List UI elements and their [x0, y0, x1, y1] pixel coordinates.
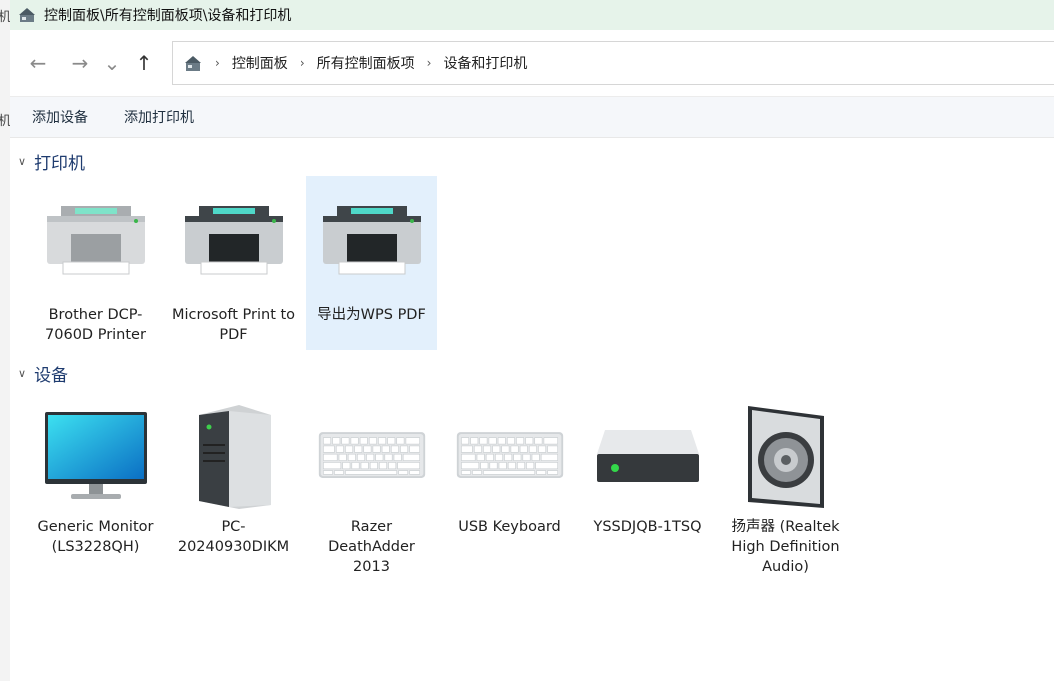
- device-label: Brother DCP-7060D Printer: [45, 307, 146, 343]
- recent-locations-button[interactable]: ⌄: [98, 45, 126, 81]
- printers-header-label: 打印机: [34, 153, 86, 174]
- keyboard-icon: [456, 432, 563, 478]
- printer-icon: [46, 206, 145, 275]
- breadcrumb-devices-printers[interactable]: 设备和打印机: [443, 53, 527, 73]
- keyboard-icon: [318, 432, 425, 478]
- device-tile[interactable]: Generic Monitor (LS3228QH): [30, 388, 161, 582]
- device-tile[interactable]: USB Keyboard: [444, 388, 575, 582]
- device-label: 导出为WPS PDF: [317, 307, 426, 323]
- printers-grid: Brother DCP-7060D Printer Microsoft Prin…: [10, 176, 1054, 350]
- control-panel-icon: [185, 56, 201, 71]
- device-label: PC-20240930DIKM: [177, 519, 290, 555]
- printer-tile[interactable]: Brother DCP-7060D Printer: [30, 176, 161, 350]
- command-bar: 添加设备 添加打印机: [10, 97, 1054, 138]
- back-button[interactable]: ←: [20, 45, 56, 81]
- chevron-down-icon[interactable]: ∨: [18, 155, 26, 168]
- title-bar: 控制面板\所有控制面板项\设备和打印机: [10, 0, 1054, 30]
- window-title: 控制面板\所有控制面板项\设备和打印机: [44, 8, 292, 24]
- device-label: Razer DeathAdder 2013: [328, 519, 415, 575]
- device-tile[interactable]: YSSDJQB-1TSQ: [582, 388, 713, 582]
- explorer-window: 控制面板\所有控制面板项\设备和打印机 ← → ⌄ ↑ › 控制面板 › 所有控…: [10, 0, 1054, 681]
- breadcrumb-separator[interactable]: ›: [300, 56, 305, 70]
- back-arrow-icon: ←: [29, 51, 47, 75]
- add-printer-button[interactable]: 添加打印机: [124, 107, 194, 127]
- breadcrumb-all-items[interactable]: 所有控制面板项: [317, 53, 415, 73]
- navigation-bar: ← → ⌄ ↑ › 控制面板 › 所有控制面板项 › 设备和打印机: [10, 30, 1054, 97]
- speaker-icon: [747, 406, 824, 508]
- drive-icon: [596, 430, 699, 482]
- monitor-icon: [44, 412, 147, 499]
- forward-arrow-icon: →: [71, 51, 89, 75]
- breadcrumb-control-panel[interactable]: 控制面板: [232, 53, 288, 73]
- device-label: USB Keyboard: [458, 519, 561, 535]
- device-tile[interactable]: PC-20240930DIKM: [168, 388, 299, 582]
- up-arrow-icon: ↑: [135, 51, 153, 75]
- address-bar[interactable]: › 控制面板 › 所有控制面板项 › 设备和打印机: [172, 41, 1054, 85]
- printer-tile-selected[interactable]: 导出为WPS PDF: [306, 176, 437, 350]
- devices-header-label: 设备: [34, 365, 69, 386]
- device-label: Microsoft Print to PDF: [171, 307, 296, 343]
- control-panel-icon: [19, 8, 35, 22]
- devices-section-header[interactable]: ∨ 设备: [10, 358, 1054, 388]
- chevron-down-icon[interactable]: ∨: [18, 367, 26, 380]
- forward-button[interactable]: →: [62, 45, 98, 81]
- computer-tower-icon: [198, 405, 271, 509]
- printer-icon: [184, 206, 283, 275]
- add-device-button[interactable]: 添加设备: [32, 107, 88, 127]
- breadcrumb-separator[interactable]: ›: [427, 56, 432, 70]
- device-label: Generic Monitor (LS3228QH): [37, 519, 154, 555]
- device-tile[interactable]: Razer DeathAdder 2013: [306, 388, 437, 582]
- up-button[interactable]: ↑: [126, 45, 162, 81]
- printer-icon: [322, 206, 421, 275]
- device-label: YSSDJQB-1TSQ: [593, 519, 702, 535]
- breadcrumb-separator: ›: [215, 56, 220, 70]
- chevron-down-icon: ⌄: [103, 51, 121, 75]
- printers-section-header[interactable]: ∨ 打印机: [10, 146, 1054, 176]
- printer-tile[interactable]: Microsoft Print to PDF: [168, 176, 299, 350]
- device-label: 扬声器 (Realtek High Definition Audio): [731, 519, 840, 575]
- devices-grid: Generic Monitor (LS3228QH) PC-20240930DI…: [10, 388, 1054, 582]
- device-tile[interactable]: 扬声器 (Realtek High Definition Audio): [720, 388, 851, 582]
